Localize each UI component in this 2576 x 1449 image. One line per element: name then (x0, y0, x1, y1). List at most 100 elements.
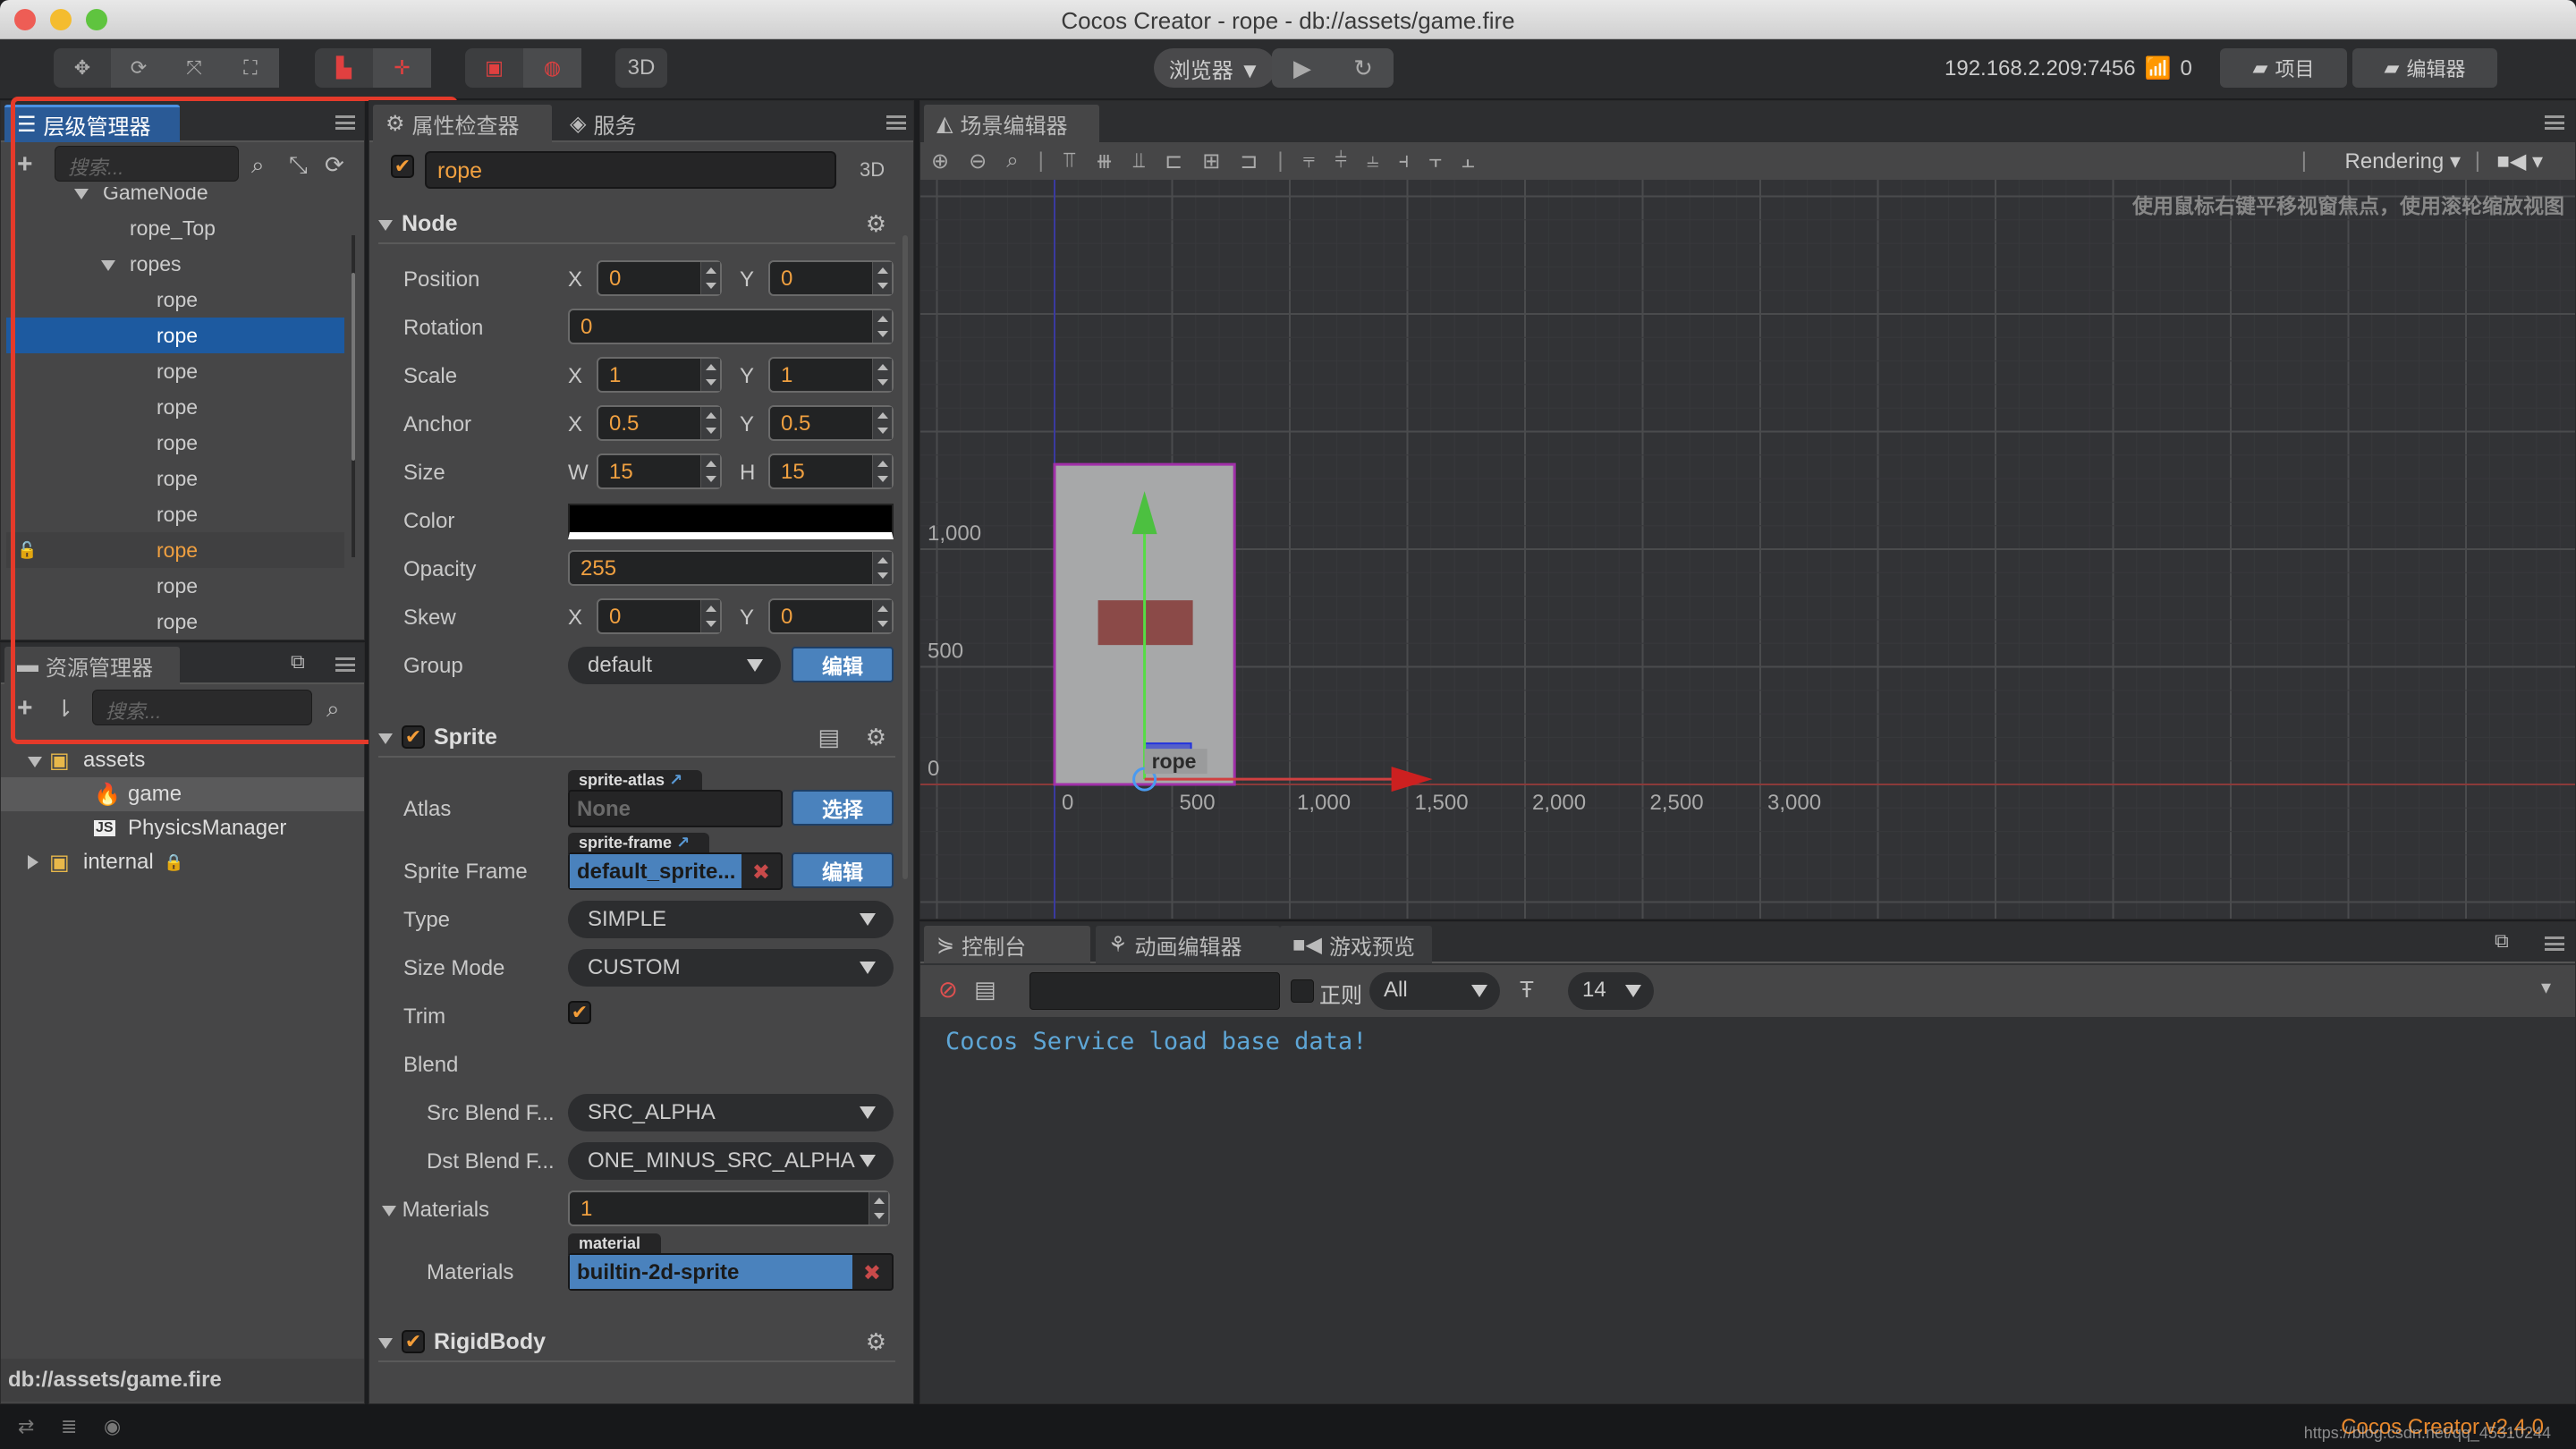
local-coord-button[interactable]: ▣ (465, 48, 523, 88)
clear-icon[interactable]: ✖ (863, 1260, 881, 1286)
size-h-input[interactable]: 15 (768, 453, 894, 489)
node-settings-gear-icon[interactable]: ⚙ (866, 210, 886, 238)
src-blend-select[interactable]: SRC_ALPHA (568, 1094, 894, 1131)
distribute-left-icon[interactable]: ⫞ (1399, 148, 1410, 174)
hierarchy-scrollbar-thumb[interactable] (352, 273, 355, 461)
hierarchy-node[interactable]: rope (6, 604, 344, 640)
expand-triangle-icon[interactable] (28, 757, 42, 767)
log-level-select[interactable]: All (1369, 972, 1500, 1010)
hierarchy-node[interactable]: rope (6, 496, 344, 532)
assets-search-input[interactable]: 搜索... (92, 690, 312, 725)
spinner[interactable] (700, 359, 720, 391)
rotate-tool-button[interactable]: ⟳ (111, 48, 166, 88)
render-mode-select[interactable]: Rendering ▾ (2345, 148, 2461, 174)
sprite-frame-field[interactable]: default_sprite... ✖ (568, 852, 783, 890)
materials-count-input[interactable]: 1 (568, 1191, 890, 1226)
clear-icon[interactable]: ✖ (752, 860, 770, 886)
zoom-in-icon[interactable]: ⊕ (931, 148, 949, 174)
spinner[interactable] (700, 407, 720, 439)
align-right-icon[interactable]: ⊐ (1240, 148, 1258, 174)
spinner[interactable] (700, 600, 720, 632)
tab-inspector[interactable]: ⚙ 属性检查器 (373, 105, 552, 142)
align-bottom-icon[interactable]: ⫫ (1133, 148, 1146, 174)
anchor-x-input[interactable]: 0.5 (597, 405, 722, 441)
create-asset-button[interactable]: + (17, 695, 33, 722)
skew-y-input[interactable]: 0 (768, 598, 894, 634)
database-icon[interactable]: ≣ (61, 1417, 77, 1436)
hierarchy-node[interactable]: rope (6, 318, 344, 353)
mode-3d-button[interactable]: 3D (615, 48, 667, 88)
collapse-all-icon[interactable]: ⤡ (289, 153, 308, 176)
spinner[interactable] (872, 455, 892, 487)
external-link-icon[interactable]: ↗ (676, 834, 690, 852)
pivot-button[interactable]: ▙ (315, 48, 373, 88)
asset-item[interactable]: ▣ internal 🔒 (1, 845, 364, 879)
position-x-input[interactable]: 0 (597, 260, 722, 296)
open-project-button[interactable]: ▰ 项目 (2220, 48, 2347, 88)
node-name-input[interactable]: rope (425, 151, 836, 189)
hierarchy-search-input[interactable]: 搜索... (55, 146, 239, 182)
sprite-enabled-checkbox[interactable]: ✔ (402, 725, 425, 749)
opacity-input[interactable]: 255 (568, 550, 894, 586)
preview-platform-select[interactable]: 浏览器 ▼ (1154, 48, 1275, 88)
align-vcenter-icon[interactable]: ⧻ (1095, 148, 1113, 174)
hierarchy-node[interactable]: rope_Top (6, 210, 344, 246)
open-log-file-icon[interactable]: ▤ (974, 978, 996, 1001)
anchor-y-input[interactable]: 0.5 (768, 405, 894, 441)
spinner[interactable] (700, 262, 720, 294)
tab-scene[interactable]: ◭ 场景编辑器 (924, 105, 1099, 142)
spinner[interactable] (700, 455, 720, 487)
size-mode-select[interactable]: CUSTOM (568, 949, 894, 987)
select-atlas-button[interactable]: 选择 (792, 790, 894, 826)
tab-hierarchy[interactable]: ☰ 层级管理器 (4, 105, 180, 142)
spinner[interactable] (872, 600, 892, 632)
scene-viewport[interactable]: 1,000 500 0 0 500 1,000 1,500 2,000 2,500 3,000 ro… (920, 180, 2575, 919)
sync-icon[interactable]: ⇄ (18, 1417, 34, 1436)
node-section-header[interactable]: Node (378, 205, 895, 244)
hierarchy-node[interactable]: rope (6, 282, 344, 318)
materials-count-label[interactable]: Materials (382, 1198, 489, 1223)
scale-tool-button[interactable]: ⤧ (166, 48, 222, 88)
font-size-select[interactable]: 14 (1568, 972, 1654, 1010)
align-hcenter-icon[interactable]: ⊞ (1202, 148, 1220, 174)
tab-console[interactable]: ⋟ 控制台 (924, 926, 1090, 963)
asset-item[interactable]: JS PhysicsManager (1, 811, 364, 845)
rect-tool-button[interactable]: ⛶ (222, 48, 279, 88)
asset-item[interactable]: ▣ assets (1, 743, 364, 777)
atlas-field[interactable]: None (568, 790, 783, 827)
distribute-vcenter-icon[interactable]: ⫩ (1335, 148, 1347, 174)
expand-triangle-icon[interactable] (74, 189, 89, 199)
rigidbody-enabled-checkbox[interactable]: ✔ (402, 1330, 425, 1353)
hierarchy-menu-icon[interactable] (335, 115, 355, 130)
edit-sprite-frame-button[interactable]: 编辑 (792, 852, 894, 888)
hierarchy-scrollbar-track[interactable] (352, 235, 355, 557)
color-swatch[interactable] (568, 504, 894, 539)
skew-x-input[interactable]: 0 (597, 598, 722, 634)
hierarchy-node[interactable]: rope (6, 389, 344, 425)
move-tool-button[interactable]: ✥ (54, 48, 111, 88)
sprite-settings-gear-icon[interactable]: ⚙ (866, 724, 886, 751)
hierarchy-node[interactable]: rope (6, 461, 344, 496)
node-active-checkbox[interactable]: ✔ (391, 155, 414, 178)
inspector-scrollbar[interactable] (902, 235, 908, 879)
material-value[interactable]: builtin-2d-sprite (570, 1255, 852, 1289)
search-icon[interactable]: ⌕ (326, 697, 340, 720)
distribute-bottom-icon[interactable]: ⫨ (1367, 148, 1379, 174)
hierarchy-node[interactable]: rope (6, 353, 344, 389)
group-select[interactable]: default (568, 647, 781, 684)
distribute-right-icon[interactable]: ⫠ (1462, 148, 1475, 174)
search-icon[interactable]: ⌕ (251, 153, 265, 176)
distribute-top-icon[interactable]: ⫧ (1303, 148, 1316, 174)
spinner[interactable] (872, 552, 892, 584)
tab-animation-editor[interactable]: ⚘ 动画编辑器 (1096, 926, 1280, 963)
camera-select[interactable]: ■◀ ▾ (2496, 148, 2543, 174)
hierarchy-node[interactable]: 🔓 rope (6, 532, 344, 568)
scale-x-input[interactable]: 1 (597, 357, 722, 393)
hierarchy-node[interactable]: rope (6, 425, 344, 461)
scene-menu-icon[interactable] (2545, 115, 2564, 130)
tab-assets[interactable]: ▬ 资源管理器 (4, 647, 180, 684)
size-w-input[interactable]: 15 (597, 453, 722, 489)
material-field[interactable]: builtin-2d-sprite ✖ (568, 1253, 894, 1291)
center-button[interactable]: ✛ (373, 48, 431, 88)
collapse-console-icon[interactable]: ▾ (2541, 978, 2551, 997)
